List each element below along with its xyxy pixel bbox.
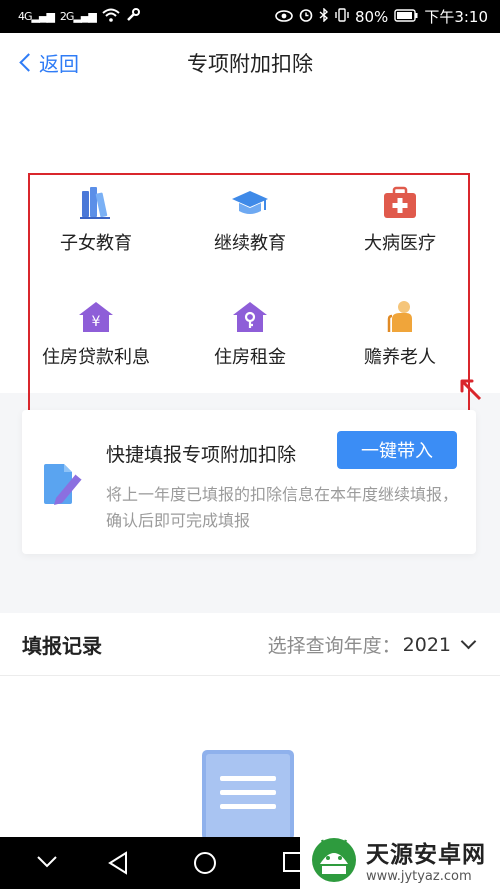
nav-bar: 返回 专项附加扣除	[0, 33, 500, 91]
year-label: 选择查询年度：	[267, 635, 401, 657]
quick-fill-title: 快捷填报专项附加扣除	[106, 444, 297, 466]
chevron-down-icon	[460, 633, 477, 650]
signal-icon: 4G▂▄▆	[18, 10, 55, 23]
signal-icon-2: 2G▂▄▆	[59, 10, 97, 23]
quick-fill-card: 快捷填报专项附加扣除 一键带入 将上一年度已填报的扣除信息在本年度继续填报，确认…	[22, 410, 476, 554]
records-title: 填报记录	[22, 634, 102, 658]
network-type-2: 2G	[59, 10, 74, 23]
watermark-url: www.jytyaz.com	[366, 868, 472, 884]
eye-icon	[275, 8, 293, 26]
network-type-1: 4G	[18, 10, 32, 23]
one-click-import-button[interactable]: 一键带入	[337, 431, 457, 469]
edit-document-icon	[42, 462, 86, 508]
watermark-name: 天源安卓网	[366, 841, 486, 868]
wrench-icon	[126, 7, 140, 26]
divider	[0, 675, 500, 676]
back-triangle-icon[interactable]	[107, 851, 129, 875]
wifi-icon	[102, 8, 120, 26]
status-left: 4G▂▄▆ 2G▂▄▆	[18, 7, 140, 26]
page-title: 专项附加扣除	[187, 52, 313, 76]
year-value: 2021	[402, 633, 451, 656]
category-grid: 子女教育 继续教育 大病医疗 ¥ 住房贷款利息 住房租金 赡养老人	[0, 91, 500, 462]
records-section: 填报记录 选择查询年度： 2021	[0, 613, 500, 840]
watermark-logo-icon	[312, 838, 356, 882]
empty-document-icon	[200, 750, 296, 840]
home-circle-icon[interactable]	[193, 851, 217, 875]
watermark: 天源安卓网 www.jytyaz.com	[300, 829, 500, 889]
year-select[interactable]: 选择查询年度： 2021	[267, 631, 477, 658]
arrow-annotation-icon	[460, 379, 482, 401]
quick-fill-description: 将上一年度已填报的扣除信息在本年度继续填报，确认后即可完成填报	[106, 485, 459, 530]
watermark-text: 天源安卓网 www.jytyaz.com	[366, 835, 486, 884]
clock-time: 下午3:10	[424, 8, 488, 26]
bluetooth-icon	[319, 6, 329, 26]
battery-icon	[394, 8, 418, 26]
alarm-icon	[299, 8, 313, 26]
vibrate-icon	[335, 7, 349, 26]
collapse-chevron-icon[interactable]	[36, 855, 58, 869]
status-right: 80% 下午3:10	[275, 6, 488, 27]
battery-level: 80%	[354, 7, 389, 26]
status-bar: 4G▂▄▆ 2G▂▄▆ 80% 下午3:10	[0, 0, 500, 33]
